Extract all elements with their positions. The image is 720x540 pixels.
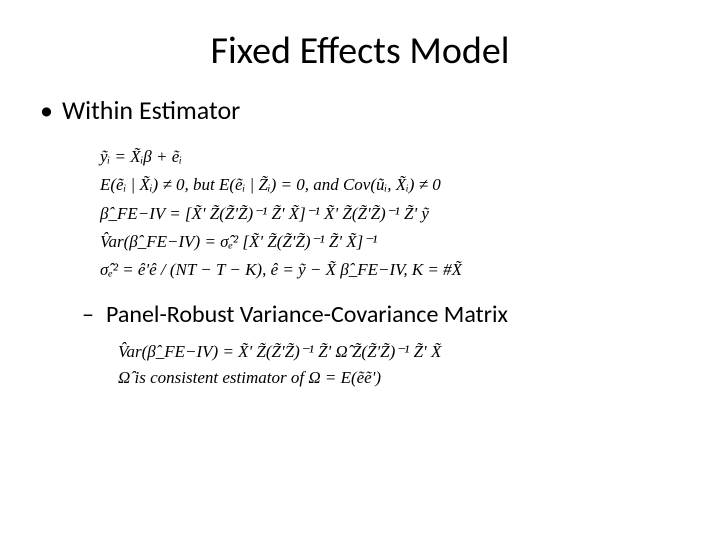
- math-block-2: V̂ar(β̂_FE−IV) = X̃' Z̃(Z̃'Z̃)⁻¹ Z̃' Ω̂ …: [118, 339, 680, 392]
- bullet-level-2: –Panel-Robust Variance-Covariance Matrix: [82, 300, 680, 329]
- math-line: Ω̂ is consistent estimator of Ω = E(ẽẽ'): [118, 365, 680, 391]
- math-line: V̂ar(β̂_FE−IV) = σ̂ₑ² [X̃' Z̃(Z̃'Z̃)⁻¹ Z…: [100, 229, 680, 255]
- math-block-1: ỹᵢ = X̃ᵢβ + ẽᵢ E(ẽᵢ | X̃ᵢ) ≠ 0, but E(ẽᵢ…: [100, 144, 680, 284]
- math-line: ỹᵢ = X̃ᵢβ + ẽᵢ: [100, 144, 680, 170]
- bullet-level-1: •Within Estimator: [40, 94, 680, 126]
- math-line: β̂_FE−IV = [X̃' Z̃(Z̃'Z̃)⁻¹ Z̃' X̃]⁻¹ X̃…: [100, 201, 680, 227]
- slide-title: Fixed Effects Model: [40, 28, 680, 74]
- math-line: σ̂ₑ² = ê'ê / (NT − T − K), ê = ỹ − X̃ β̂…: [100, 257, 680, 283]
- bullet1-text: Within Estimator: [62, 94, 240, 126]
- bullet-marker: •: [40, 94, 62, 126]
- math-line: V̂ar(β̂_FE−IV) = X̃' Z̃(Z̃'Z̃)⁻¹ Z̃' Ω̂ …: [118, 339, 680, 365]
- math-line: E(ẽᵢ | X̃ᵢ) ≠ 0, but E(ẽᵢ | Z̃ᵢ) = 0, an…: [100, 172, 680, 198]
- slide: Fixed Effects Model •Within Estimator ỹᵢ…: [0, 0, 720, 540]
- bullet2-text: Panel-Robust Variance-Covariance Matrix: [106, 300, 508, 329]
- bullet-marker: –: [82, 300, 106, 329]
